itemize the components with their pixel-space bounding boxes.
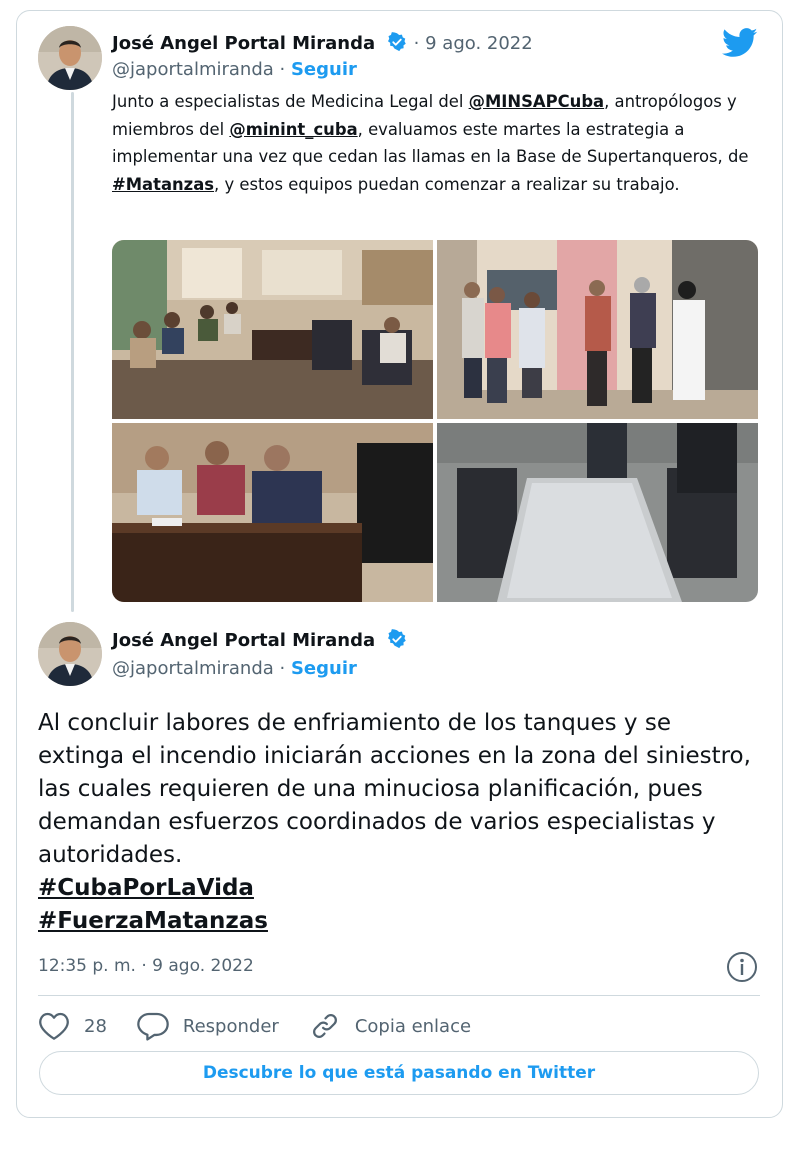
hashtag-link[interactable]: #FuerzaMatanzas (38, 905, 758, 938)
link-icon (312, 1014, 337, 1038)
author-name[interactable]: José Angel Portal Miranda (112, 629, 407, 654)
reply-label: Responder (182, 1015, 279, 1037)
avatar[interactable] (38, 26, 102, 90)
text-part: , y estos equipos puedan comenzar a real… (214, 174, 680, 194)
separator: · (273, 59, 291, 80)
follow-button[interactable]: Seguir (291, 658, 357, 679)
twitter-bird-icon[interactable] (722, 28, 758, 62)
verified-badge-icon (387, 32, 407, 57)
hashtag-link[interactable]: #CubaPorLaVida (38, 872, 758, 905)
avatar[interactable] (38, 622, 102, 686)
follow-button[interactable]: Seguir (291, 59, 357, 80)
like-button[interactable]: 28 (38, 1011, 107, 1041)
tweet-date[interactable]: · 9 ago. 2022 (414, 33, 533, 54)
text-part: Junto a especialistas de Medicina Legal … (112, 92, 469, 111)
like-count: 28 (84, 1015, 107, 1037)
heart-icon (39, 1012, 69, 1040)
reply-button[interactable]: Responder (137, 1011, 279, 1041)
tweet-text: Junto a especialistas de Medicina Legal … (112, 88, 762, 198)
author-name-text: José Angel Portal Miranda (112, 33, 376, 54)
handle-text[interactable]: @japortalmiranda (112, 59, 274, 80)
author-handle: @japortalmiranda · Seguir (112, 59, 357, 80)
copy-link-button[interactable]: Copia enlace (309, 1011, 471, 1041)
photo-steel-table[interactable] (437, 423, 758, 602)
tweet-body: Al concluir labores de enfriamiento de l… (38, 710, 751, 868)
tweet-text: Al concluir labores de enfriamiento de l… (38, 707, 758, 938)
author-handle: @japortalmiranda · Seguir (112, 658, 357, 679)
copy-link-label: Copia enlace (354, 1015, 472, 1037)
handle-text[interactable]: @japortalmiranda (112, 658, 274, 679)
tweet-timestamp[interactable]: 12:35 p. m. · 9 ago. 2022 (38, 956, 254, 976)
hashtag-link[interactable]: #Matanzas (112, 175, 214, 194)
separator: · (273, 658, 291, 679)
mention-link[interactable]: @minint_cuba (229, 120, 357, 139)
reply-bubble-icon (137, 1012, 169, 1041)
author-name[interactable]: José Angel Portal Miranda · 9 ago. 2022 (112, 32, 533, 57)
author-name-text: José Angel Portal Miranda (112, 630, 376, 651)
media-grid (112, 240, 758, 602)
photo-meeting-room[interactable] (112, 240, 433, 419)
info-icon[interactable] (725, 950, 759, 988)
divider (38, 995, 760, 996)
photo-group-standing[interactable] (437, 240, 758, 419)
verified-badge-icon (387, 629, 407, 654)
thread-line (71, 92, 74, 612)
tweet-actions: 28 Responder Copia enlace (38, 1010, 501, 1042)
mention-link[interactable]: @MINSAPCuba (469, 92, 605, 111)
photo-men-at-table[interactable] (112, 423, 433, 602)
discover-twitter-button[interactable]: Descubre lo que está pasando en Twitter (39, 1051, 759, 1095)
